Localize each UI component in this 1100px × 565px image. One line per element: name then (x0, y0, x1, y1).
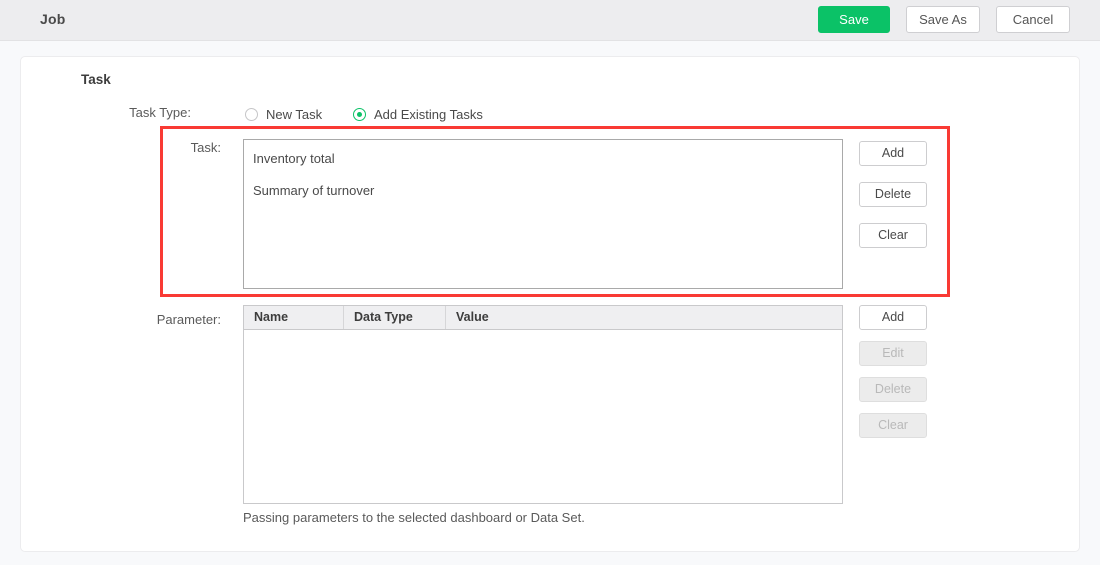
save-button[interactable]: Save (818, 6, 890, 33)
task-delete-button[interactable]: Delete (859, 182, 927, 207)
list-item[interactable]: Inventory total (244, 146, 842, 172)
section-title: Task (81, 72, 111, 87)
app-header: Job Save Save As Cancel (0, 0, 1100, 41)
task-clear-button[interactable]: Clear (859, 223, 927, 248)
radio-add-existing-tasks-label: Add Existing Tasks (374, 106, 483, 122)
radio-new-task[interactable]: New Task (245, 105, 322, 123)
table-header-row: Name Data Type Value (244, 306, 842, 330)
task-list-label: Task: (190, 140, 221, 155)
radio-add-existing-tasks[interactable]: Add Existing Tasks (353, 105, 483, 123)
save-as-button[interactable]: Save As (906, 6, 980, 33)
task-type-label: Task Type: (129, 105, 191, 120)
table-body[interactable] (244, 330, 842, 503)
parameter-add-button[interactable]: Add (859, 305, 927, 330)
parameter-hint-text: Passing parameters to the selected dashb… (243, 510, 585, 525)
cancel-button[interactable]: Cancel (996, 6, 1070, 33)
column-header-value: Value (456, 310, 489, 324)
parameter-delete-button: Delete (859, 377, 927, 402)
task-add-button[interactable]: Add (859, 141, 927, 166)
parameter-table[interactable]: Name Data Type Value (243, 305, 843, 504)
parameter-edit-button: Edit (859, 341, 927, 366)
task-panel: Task Task Type: New Task Add Existing Ta… (20, 56, 1080, 552)
radio-new-task-label: New Task (266, 106, 323, 122)
list-item[interactable]: Summary of turnover (244, 178, 842, 204)
parameter-label: Parameter: (156, 312, 221, 327)
task-list[interactable]: Inventory total Summary of turnover (243, 139, 843, 289)
column-header-data-type: Data Type (344, 306, 446, 329)
parameter-clear-button: Clear (859, 413, 927, 438)
column-header-name: Name (244, 306, 344, 329)
radio-new-task-indicator (245, 107, 258, 121)
radio-add-existing-tasks-indicator (353, 107, 366, 121)
page-title: Job (40, 11, 66, 27)
task-type-row: Task Type: New Task Add Existing Tasks (21, 105, 1079, 125)
